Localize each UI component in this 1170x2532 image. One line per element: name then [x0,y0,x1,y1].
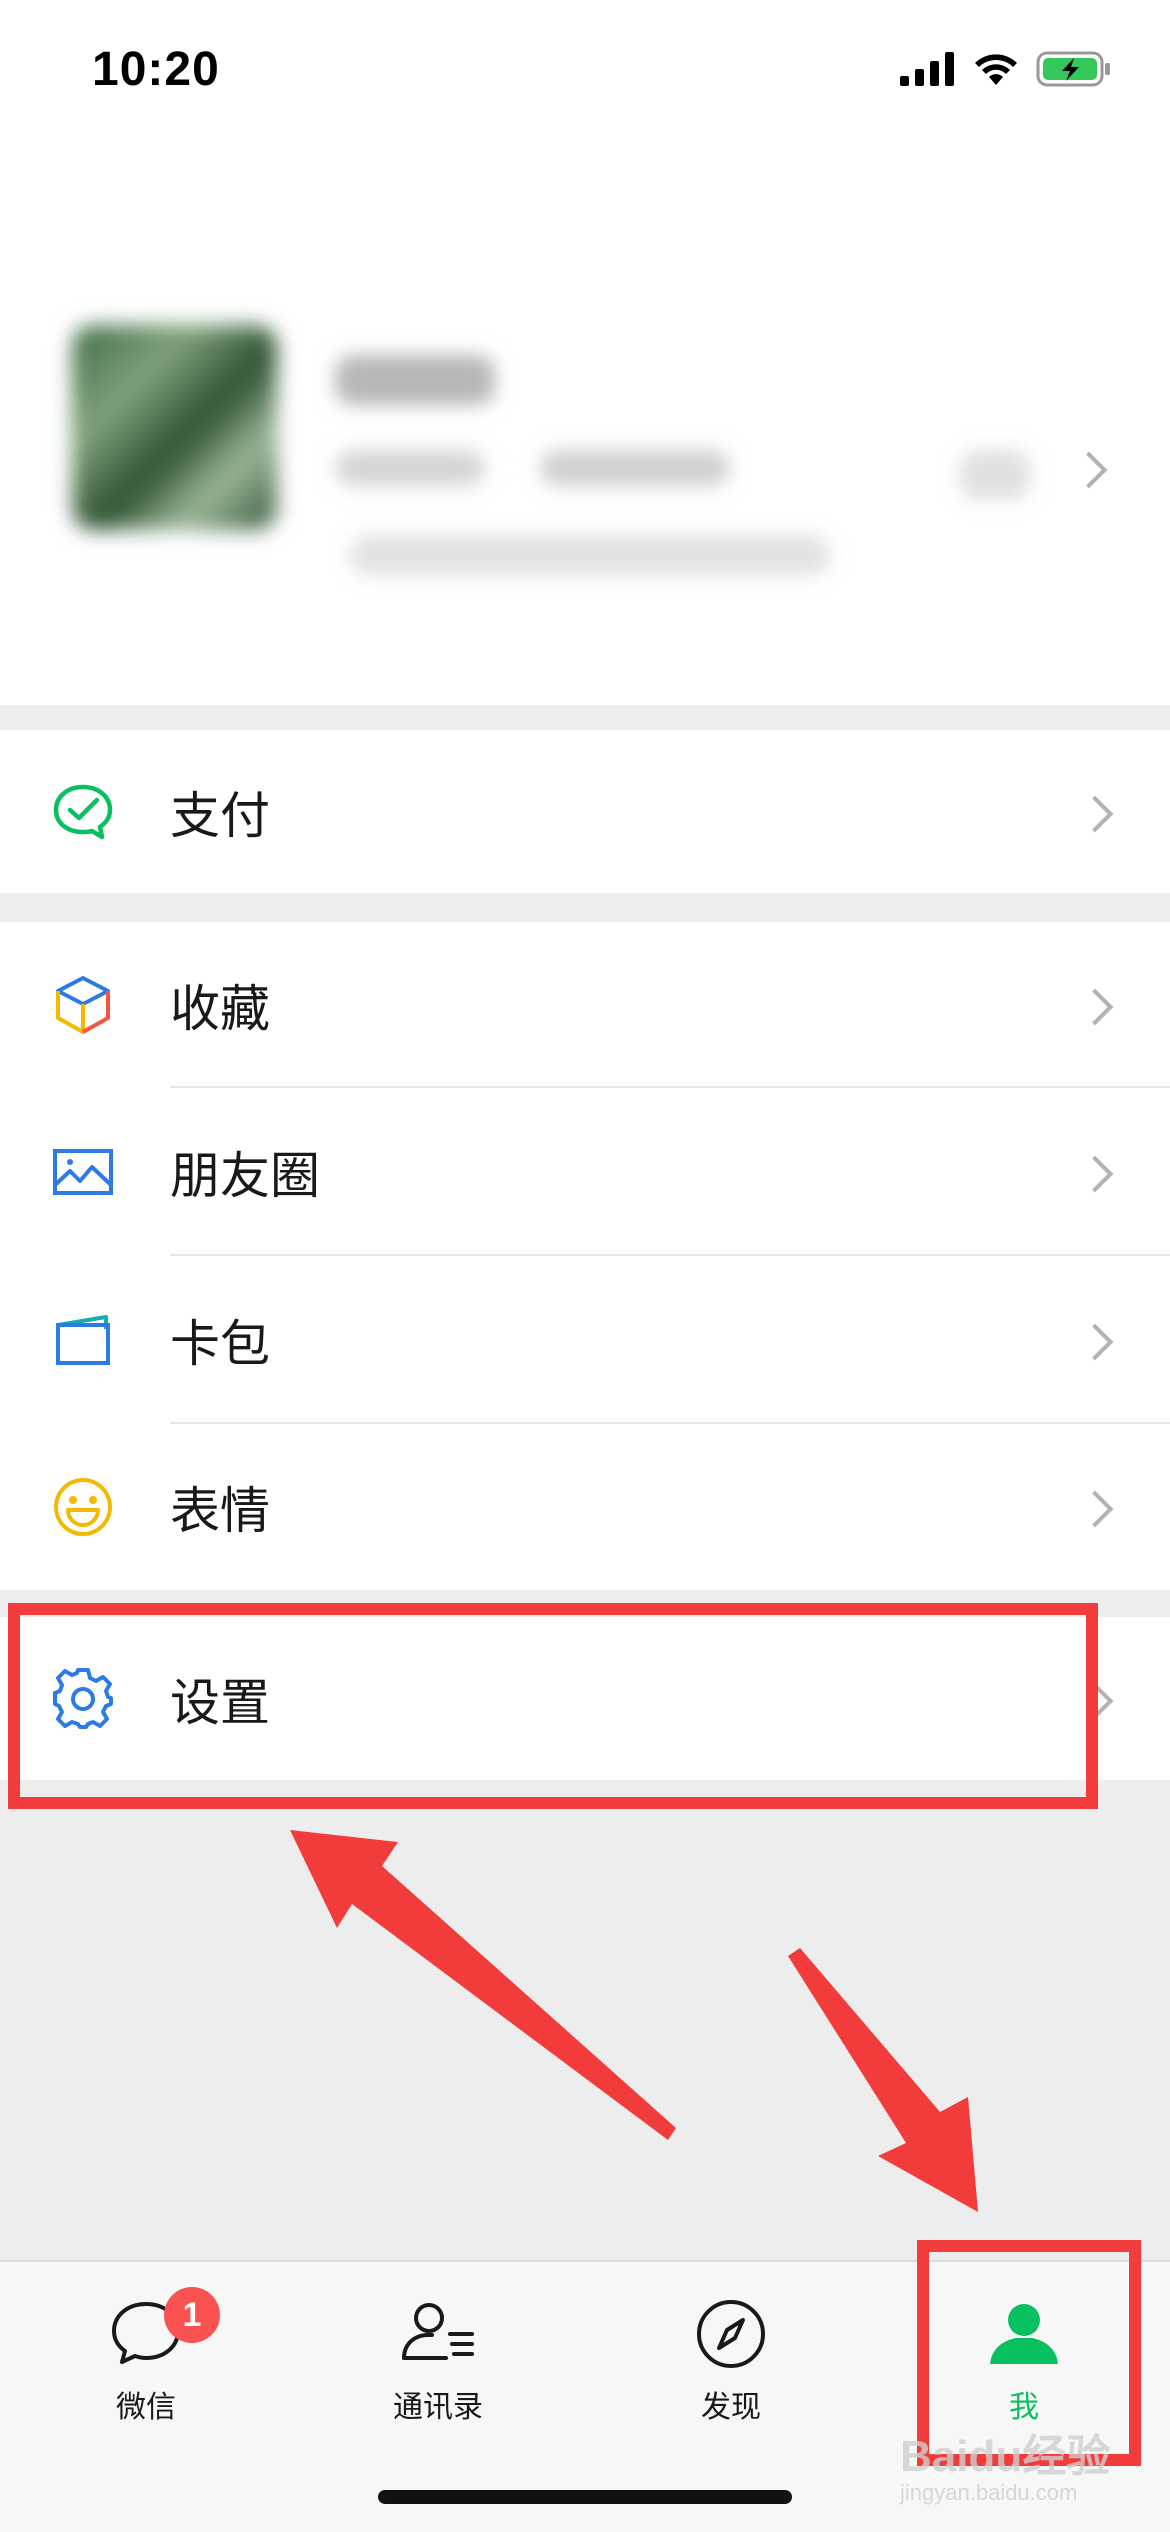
contacts-icon [402,2303,474,2360]
chevron-right-icon [1076,1323,1114,1361]
tab-discover[interactable]: 发现 [631,2292,831,2426]
menu-item-favorites-label: 收藏 [170,980,270,1038]
tab-discover-label: 发现 [701,2390,761,2425]
menu-item-stickers-label: 表情 [170,1482,270,1540]
battery-charging-icon [1036,51,1110,87]
chevron-right-icon [1076,988,1114,1026]
moments-photo-icon [53,1149,113,1195]
profile-id-blurred [335,450,485,486]
chevron-right-icon [1076,795,1114,832]
profile-status-blurred [350,535,830,575]
watermark-url: jingyan.baidu.com [900,2480,1078,2505]
avatar [72,325,277,530]
profile-header[interactable] [0,150,1170,705]
home-indicator[interactable] [378,2490,792,2504]
watermark: Baidu经验 jingyan.baidu.com [900,2420,1110,2506]
tab-contacts-label: 通讯录 [393,2390,483,2425]
tab-chats[interactable]: 1 微信 [46,2287,246,2426]
status-icons [900,50,1112,88]
tab-chats-label: 微信 [116,2390,176,2425]
pay-group: 支付 [0,730,1170,893]
features-group: 收藏 朋友圈 卡包 表情 [0,922,1170,1590]
arrow-to-settings [290,1830,676,2140]
menu-item-moments-label: 朋友圈 [170,1147,320,1205]
profile-id-value-blurred [540,450,730,486]
chevron-right-icon [1070,451,1108,489]
unread-badge: 1 [164,2287,220,2343]
status-time: 10:20 [92,43,220,96]
smiley-icon [54,1478,112,1536]
menu-item-favorites[interactable]: 收藏 [0,922,1170,1088]
menu-item-pay[interactable]: 支付 [0,730,1170,893]
menu-item-card-wallet-label: 卡包 [170,1315,270,1373]
profile-qrcode-blurred[interactable] [960,450,1030,500]
watermark-brand: Baidu经验 [900,2432,1111,2481]
arrow-to-me-tab [788,1948,978,2212]
profile-name-blurred [335,355,495,405]
status-bar: 10:20 [0,0,1170,150]
menu-item-pay-label: 支付 [170,786,270,845]
wifi-icon [975,54,1017,85]
chevron-right-icon [1076,1490,1114,1528]
menu-item-moments[interactable]: 朋友圈 [0,1088,1170,1256]
settings-highlight-box [8,1603,1098,1809]
chevron-right-icon [1076,1155,1114,1193]
favorites-cube-icon [56,976,110,1034]
menu-item-stickers[interactable]: 表情 [0,1424,1170,1590]
menu-item-card-wallet[interactable]: 卡包 [0,1256,1170,1424]
pay-icon [53,784,113,839]
card-wallet-icon [56,1315,110,1365]
compass-icon [697,2300,765,2368]
tab-contacts[interactable]: 通讯录 [338,2292,538,2426]
cellular-signal-icon [900,52,954,86]
